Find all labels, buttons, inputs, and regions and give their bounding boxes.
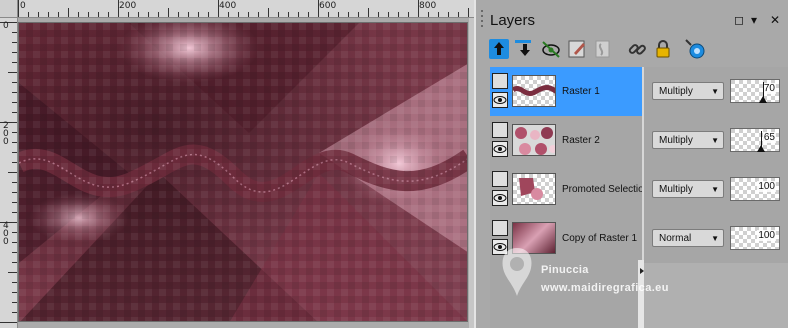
panel-title: Layers — [490, 12, 536, 29]
layer-thumbnail — [512, 124, 556, 156]
blend-mode-dropdown[interactable]: Normal ▼ — [652, 229, 724, 247]
opacity-slider[interactable]: 100 — [730, 226, 780, 250]
layers-panel: Layers ◻ ▾ ✕ Raster 1 Multiply ▼ 70 Rast… — [474, 0, 788, 328]
eye-icon[interactable] — [492, 92, 508, 108]
layer-type-icon — [492, 171, 508, 187]
layer-thumbnail — [512, 173, 556, 205]
ruler-label: 0 — [3, 21, 9, 31]
blend-mode-value: Multiply — [659, 135, 693, 146]
layer-type-icon — [492, 122, 508, 138]
opacity-slider[interactable]: 65 — [730, 128, 780, 152]
properties-icon[interactable] — [684, 38, 706, 60]
layer-name: Copy of Raster 1 — [562, 233, 638, 244]
move-layer-up-icon[interactable] — [488, 38, 510, 60]
layer-name: Raster 2 — [562, 135, 600, 146]
layer-list-empty — [490, 263, 642, 328]
drag-grip-icon[interactable] — [480, 8, 484, 32]
horizontal-ruler[interactable]: 0 200 400 600 800 — [18, 0, 474, 18]
blend-mode-value: Multiply — [659, 86, 693, 97]
layer-thumbnail — [512, 222, 556, 254]
layer-row[interactable]: Raster 1 Multiply ▼ 70 — [490, 67, 788, 116]
layer-list-empty — [642, 263, 788, 328]
lock-icon[interactable] — [652, 38, 674, 60]
opacity-value: 65 — [762, 132, 776, 143]
panel-menu-icon[interactable]: ▾ — [751, 14, 757, 26]
link-icon[interactable] — [592, 38, 614, 60]
opacity-slider-handle[interactable] — [759, 96, 767, 103]
layer-thumbnail — [512, 75, 556, 107]
eye-icon[interactable] — [492, 239, 508, 255]
panel-title-bar[interactable]: Layers ◻ ▾ ✕ — [476, 0, 788, 38]
blend-mode-dropdown[interactable]: Multiply ▼ — [652, 180, 724, 198]
ruler-label: 2 0 0 — [3, 121, 9, 147]
layer-row[interactable]: Raster 2 Multiply ▼ 65 — [490, 116, 788, 165]
app-window: 0 200 400 600 800 0 2 0 0 4 0 0 Layers ◻… — [0, 0, 788, 328]
restore-icon[interactable]: ◻ — [734, 14, 744, 26]
opacity-value: 70 — [762, 83, 776, 94]
opacity-slider-handle[interactable] — [757, 145, 765, 152]
layer-name: Raster 1 — [562, 86, 600, 97]
blend-mode-dropdown[interactable]: Multiply ▼ — [652, 82, 724, 100]
opacity-slider[interactable]: 70 — [730, 79, 780, 103]
layers-toolbar — [488, 38, 778, 62]
layer-type-icon — [492, 220, 508, 236]
chevron-down-icon: ▼ — [711, 234, 719, 243]
image-canvas[interactable] — [18, 22, 468, 322]
opacity-value: 100 — [757, 230, 776, 241]
chevron-down-icon: ▼ — [711, 185, 719, 194]
blend-mode-value: Normal — [659, 233, 692, 244]
edit-icon[interactable] — [566, 38, 588, 60]
layer-name: Promoted Selection — [562, 184, 650, 195]
layer-row[interactable]: Copy of Raster 1 Normal ▼ 100 — [490, 214, 788, 263]
ruler-label: 0 — [20, 1, 26, 11]
ruler-label: 200 — [119, 1, 137, 11]
eye-icon[interactable] — [492, 141, 508, 157]
toggle-visibility-icon[interactable] — [540, 38, 562, 60]
opacity-value: 100 — [757, 181, 776, 192]
move-layer-down-icon[interactable] — [514, 38, 536, 60]
blend-mode-dropdown[interactable]: Multiply ▼ — [652, 131, 724, 149]
ruler-label: 400 — [219, 1, 237, 11]
layer-row[interactable]: Promoted Selection Multiply ▼ 100 — [490, 165, 788, 214]
opacity-slider[interactable]: 100 — [730, 177, 780, 201]
ruler-label: 600 — [319, 1, 337, 11]
eye-icon[interactable] — [492, 190, 508, 206]
expand-arrow-icon[interactable] — [640, 268, 644, 274]
blend-mode-value: Multiply — [659, 184, 693, 195]
chevron-down-icon: ▼ — [711, 136, 719, 145]
workspace: 0 200 400 600 800 0 2 0 0 4 0 0 — [0, 0, 474, 328]
chevron-down-icon: ▼ — [711, 87, 719, 96]
ruler-label: 800 — [419, 1, 437, 11]
vertical-ruler[interactable]: 0 2 0 0 4 0 0 — [0, 18, 18, 328]
ruler-label: 4 0 0 — [3, 221, 9, 247]
layer-row-selected[interactable]: Raster 1 — [490, 67, 642, 116]
ruler-corner — [0, 0, 18, 18]
chain-icon[interactable] — [626, 38, 648, 60]
layer-type-icon — [492, 73, 508, 89]
close-icon[interactable]: ✕ — [770, 14, 780, 26]
